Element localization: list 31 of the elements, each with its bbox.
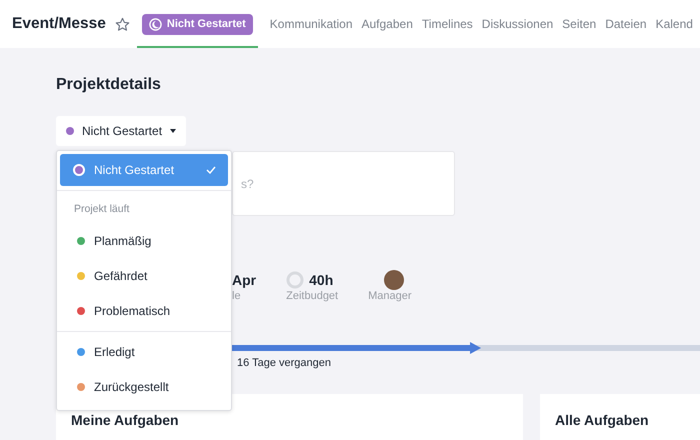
- fact-label: Zeitbudget: [286, 290, 338, 302]
- menu-heading: Projekt läuft: [73, 202, 130, 217]
- avatar: [384, 270, 404, 290]
- star-button[interactable]: [114, 16, 130, 32]
- status-badge[interactable]: Nicht Gestartet: [142, 14, 253, 34]
- check-icon: [206, 166, 216, 174]
- timeline-caption: 16 Tage vergangen: [237, 357, 332, 369]
- caret-icon: [170, 129, 176, 133]
- status-dropdown[interactable]: Nicht Gestartet: [56, 116, 186, 146]
- nav-tab[interactable]: Dateien: [605, 17, 647, 31]
- nav-tab[interactable]: Kommunikation: [270, 17, 352, 31]
- nav-tab[interactable]: Timelines: [422, 17, 473, 31]
- nav-tab[interactable]: Diskussionen: [482, 17, 554, 31]
- project-title: Event/Messe: [12, 15, 106, 33]
- fact-label: le: [232, 290, 242, 302]
- nav-tab[interactable]: Seiten: [562, 17, 596, 31]
- moon-icon: [148, 18, 162, 30]
- menu-option[interactable]: Problematisch: [60, 295, 228, 327]
- menu-option[interactable]: Erledigt: [60, 336, 228, 368]
- nav-tab[interactable]: Aufgaben: [362, 17, 413, 31]
- nav-tab[interactable]: Kalend: [656, 17, 693, 31]
- menu-option[interactable]: Nicht Gestartet: [60, 154, 228, 186]
- fact-value: Apr: [232, 272, 256, 288]
- page-title: Projektdetails: [56, 76, 162, 94]
- menu-option[interactable]: Planmäßig: [60, 225, 228, 257]
- fact-value: 40h: [309, 272, 334, 288]
- fact-label: Manager: [368, 290, 412, 302]
- menu-option[interactable]: Gefährdet: [60, 260, 228, 292]
- task-card: Alle Aufgaben: [540, 394, 700, 440]
- description-field[interactable]: s?: [232, 151, 455, 216]
- ring-icon: [286, 271, 304, 289]
